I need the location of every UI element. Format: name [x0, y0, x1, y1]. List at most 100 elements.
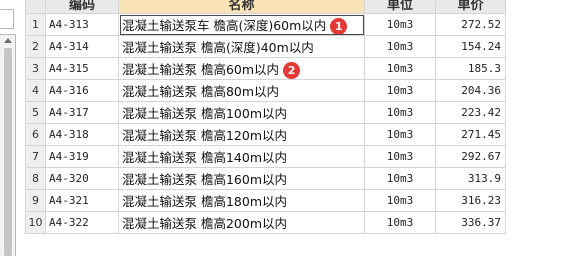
code-cell[interactable]: A4-318	[45, 123, 119, 146]
code-cell[interactable]: A4-316	[45, 79, 119, 102]
name-cell-text: 混凝土输送泵 檐高160m以内	[122, 172, 288, 187]
table-row[interactable]: 5 A4-317 混凝土输送泵 檐高100m以内 10m3 223.42	[25, 101, 506, 124]
unit-cell[interactable]: 10m3	[364, 123, 436, 146]
row-index-cell-text: 1	[32, 18, 39, 31]
row-index-cell-text: 10	[28, 216, 43, 229]
row-index-cell[interactable]: 2	[25, 35, 46, 58]
unit-cell[interactable]: 10m3	[364, 35, 436, 58]
name-cell[interactable]: 混凝土输送泵 檐高180m以内	[118, 189, 365, 212]
row-index-cell[interactable]: 10	[25, 211, 46, 234]
code-cell[interactable]: A4-320	[45, 167, 119, 190]
left-scrollbar-thumb[interactable]	[4, 48, 12, 256]
code-cell[interactable]: A4-322	[45, 211, 119, 234]
price-cell-text: 292.67	[461, 150, 501, 163]
code-cell-text: A4-314	[49, 40, 89, 53]
unit-cell-text: 10m3	[386, 18, 414, 31]
table-row[interactable]: 9 A4-321 混凝土输送泵 檐高180m以内 10m3 316.23	[25, 189, 506, 212]
row-index-cell[interactable]: 1	[25, 13, 46, 36]
code-cell-text: A4-322	[49, 216, 89, 229]
scroll-up-arrow-icon[interactable]	[4, 38, 12, 43]
price-cell-text: 154.24	[461, 40, 501, 53]
unit-cell-text: 10m3	[386, 84, 414, 97]
code-cell-text: A4-320	[49, 172, 89, 185]
unit-cell-text: 10m3	[386, 150, 414, 163]
row-index-cell[interactable]: 3	[25, 57, 46, 80]
table-row[interactable]: 3 A4-315 混凝土输送泵 檐高60m以内 2 10m3 185.3	[25, 57, 506, 80]
unit-cell[interactable]: 10m3	[364, 145, 436, 168]
price-cell-text: 313.9	[467, 172, 501, 185]
price-cell[interactable]: 316.23	[435, 189, 506, 212]
left-panel	[0, 0, 17, 256]
unit-cell-text: 10m3	[386, 62, 414, 75]
table-row[interactable]: 10 A4-322 混凝土输送泵 檐高200m以内 10m3 336.37	[25, 211, 506, 234]
row-index-cell[interactable]: 7	[25, 145, 46, 168]
price-cell[interactable]: 271.45	[435, 123, 506, 146]
name-cell[interactable]: 混凝土输送泵 檐高80m以内	[118, 79, 365, 102]
price-cell[interactable]: 204.36	[435, 79, 506, 102]
unit-cell[interactable]: 10m3	[364, 189, 436, 212]
header-price[interactable]: 单价	[435, 0, 506, 14]
annotation-badge: 2	[283, 61, 301, 79]
price-cell[interactable]: 223.42	[435, 101, 506, 124]
quota-grid: 编码 名称 单位 单价 1 A4-313 混凝土输送泵车 檐高(深度)60m以内 1 1…	[25, 0, 506, 234]
annotation-badge: 1	[330, 17, 348, 35]
name-cell[interactable]: 混凝土输送泵 檐高160m以内	[118, 167, 365, 190]
unit-cell[interactable]: 10m3	[364, 167, 436, 190]
code-cell[interactable]: A4-317	[45, 101, 119, 124]
table-row[interactable]: 1 A4-313 混凝土输送泵车 檐高(深度)60m以内 1 10m3 272.52	[25, 13, 506, 36]
code-cell[interactable]: A4-314	[45, 35, 119, 58]
code-cell[interactable]: A4-321	[45, 189, 119, 212]
header-code[interactable]: 编码	[45, 0, 119, 14]
name-cell-text: 混凝土输送泵车 檐高(深度)60m以内	[122, 17, 327, 33]
name-cell[interactable]: 混凝土输送泵 檐高200m以内	[118, 211, 365, 234]
row-index-cell-text: 2	[32, 40, 39, 53]
table-row[interactable]: 2 A4-314 混凝土输送泵 檐高(深度)40m以内 10m3 154.24	[25, 35, 506, 58]
unit-cell[interactable]: 10m3	[364, 211, 436, 234]
unit-cell[interactable]: 10m3	[364, 79, 436, 102]
row-index-cell[interactable]: 9	[25, 189, 46, 212]
name-cell[interactable]: 混凝土输送泵 檐高(深度)40m以内	[118, 35, 365, 58]
code-cell[interactable]: A4-313	[45, 13, 119, 36]
code-cell[interactable]: A4-315	[45, 57, 119, 80]
price-cell[interactable]: 336.37	[435, 211, 506, 234]
header-unit[interactable]: 单位	[364, 0, 436, 14]
name-cell[interactable]: 混凝土输送泵车 檐高(深度)60m以内 1	[118, 13, 365, 36]
row-index-cell[interactable]: 6	[25, 123, 46, 146]
price-cell[interactable]: 292.67	[435, 145, 506, 168]
row-index-cell-text: 5	[32, 106, 39, 119]
code-cell-text: A4-315	[49, 62, 89, 75]
header-name[interactable]: 名称	[118, 0, 365, 14]
name-cell[interactable]: 混凝土输送泵 檐高60m以内 2	[118, 57, 365, 80]
name-cell[interactable]: 混凝土输送泵 檐高140m以内	[118, 145, 365, 168]
table-row[interactable]: 8 A4-320 混凝土输送泵 檐高160m以内 10m3 313.9	[25, 167, 506, 190]
left-input-field[interactable]	[0, 9, 14, 29]
price-cell[interactable]: 272.52	[435, 13, 506, 36]
name-cell[interactable]: 混凝土输送泵 檐高120m以内	[118, 123, 365, 146]
price-cell[interactable]: 313.9	[435, 167, 506, 190]
table-row[interactable]: 6 A4-318 混凝土输送泵 檐高120m以内 10m3 271.45	[25, 123, 506, 146]
unit-cell[interactable]: 10m3	[364, 13, 436, 36]
unit-cell-text: 10m3	[386, 216, 414, 229]
price-cell[interactable]: 185.3	[435, 57, 506, 80]
row-index-cell[interactable]: 4	[25, 79, 46, 102]
row-index-cell[interactable]: 5	[25, 101, 46, 124]
price-cell-text: 272.52	[461, 18, 501, 31]
price-cell-text: 336.37	[461, 216, 501, 229]
row-index-cell-text: 8	[32, 172, 39, 185]
unit-cell[interactable]: 10m3	[364, 57, 436, 80]
code-cell-text: A4-318	[49, 128, 89, 141]
price-cell[interactable]: 154.24	[435, 35, 506, 58]
table-row[interactable]: 7 A4-319 混凝土输送泵 檐高140m以内 10m3 292.67	[25, 145, 506, 168]
table-row[interactable]: 4 A4-316 混凝土输送泵 檐高80m以内 10m3 204.36	[25, 79, 506, 102]
name-cell-text: 混凝土输送泵 檐高(深度)40m以内	[122, 40, 314, 55]
code-cell-text: A4-319	[49, 150, 89, 163]
name-cell-text: 混凝土输送泵 檐高120m以内	[122, 128, 288, 143]
code-cell-text: A4-321	[49, 194, 89, 207]
code-cell[interactable]: A4-319	[45, 145, 119, 168]
quota-table: 编码 名称 单位 单价 1 A4-313 混凝土输送泵车 檐高(深度)60m以内 1 1…	[25, 0, 506, 234]
name-cell[interactable]: 混凝土输送泵 檐高100m以内	[118, 101, 365, 124]
header-row: 编码 名称 单位 单价	[25, 0, 506, 14]
unit-cell[interactable]: 10m3	[364, 101, 436, 124]
row-index-cell[interactable]: 8	[25, 167, 46, 190]
price-cell-text: 204.36	[461, 84, 501, 97]
